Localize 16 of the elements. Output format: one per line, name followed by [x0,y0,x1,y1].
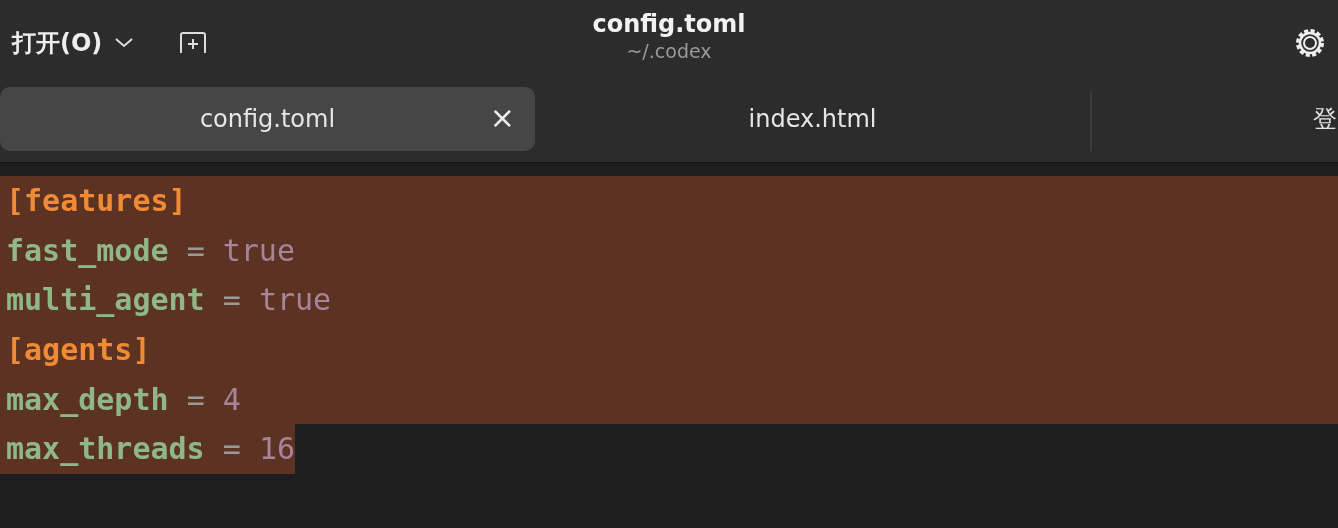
code-line: max_depth = 4 [6,381,241,417]
settings-icon [1294,27,1326,59]
tab[interactable]: config.toml × [0,87,535,151]
caret-icon [114,37,135,49]
code-editor[interactable]: [features] fast_mode = true multi_agent = true [agents] max_depth = 4 max_threads = 16 [0,163,1338,474]
tab[interactable]: 登 [1092,87,1338,151]
window-subtitle: ~/.codex [626,40,712,62]
code-line: [features] [6,183,187,219]
open-menu-button[interactable]: 打开(O) [10,23,137,63]
code-line: multi_agent = true [6,282,332,318]
code-line: [agents] [6,332,151,368]
new-tab-icon [178,30,209,56]
tab[interactable]: index.html [535,87,1090,151]
code-line: fast_mode = true [6,232,295,268]
close-tab-button[interactable]: × [489,101,515,135]
window-title: config.toml [592,10,746,38]
